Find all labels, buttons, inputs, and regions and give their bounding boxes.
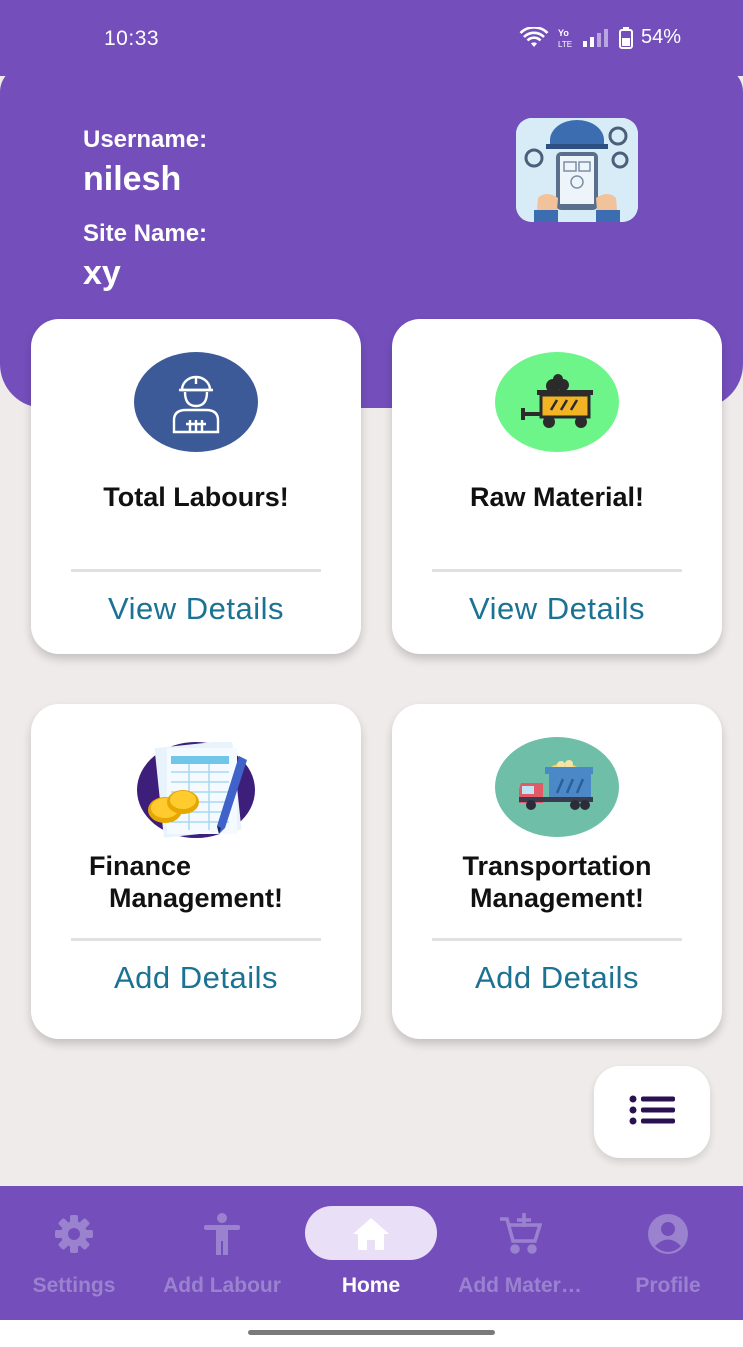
username-value: nilesh xyxy=(83,160,182,198)
svg-text:Yo: Yo xyxy=(558,28,569,38)
view-details-link[interactable]: View Details xyxy=(31,591,361,627)
volte-icon: Yo LTE xyxy=(557,27,575,49)
app-logo-icon xyxy=(516,118,638,222)
add-details-link[interactable]: Add Details xyxy=(31,960,361,996)
account-circle-icon xyxy=(646,1212,690,1256)
nav-label: Add Labour xyxy=(163,1274,281,1297)
card-title-line1: Transportation xyxy=(462,851,652,881)
card-title: Total Labours! xyxy=(103,482,289,512)
menu-fab-button[interactable] xyxy=(594,1066,710,1158)
menu-list-icon xyxy=(629,1095,675,1130)
nav-add-labour[interactable]: Add Labour xyxy=(148,1186,296,1320)
add-details-link[interactable]: Add Details xyxy=(392,960,722,996)
card-divider xyxy=(432,938,682,941)
card-title-line1: Finance xyxy=(89,851,192,881)
gesture-area xyxy=(0,1320,743,1347)
site-name-label: Site Name: xyxy=(83,220,208,247)
nav-label: Add Mater… xyxy=(458,1274,582,1297)
card-divider xyxy=(71,569,321,572)
home-icon xyxy=(349,1212,393,1256)
card-title-line2: Management! xyxy=(469,883,645,913)
finance-documents-coins-icon xyxy=(137,742,255,838)
bottom-navigation: Settings Add Labour Home Add Mater… Prof… xyxy=(0,1186,743,1320)
nav-profile[interactable]: Profile xyxy=(594,1186,742,1320)
add-cart-icon xyxy=(498,1212,542,1256)
nav-add-material[interactable]: Add Mater… xyxy=(446,1186,594,1320)
nav-label: Profile xyxy=(635,1274,701,1297)
nav-label: Settings xyxy=(32,1274,116,1297)
wifi-icon xyxy=(519,26,549,49)
card-divider xyxy=(432,569,682,572)
card-divider xyxy=(71,938,321,941)
finance-management-card[interactable]: Finance Management! Add Details xyxy=(31,704,361,1039)
transportation-management-card[interactable]: Transportation Management! Add Details xyxy=(392,704,722,1039)
battery-icon xyxy=(618,26,633,49)
truck-icon xyxy=(495,737,619,837)
gesture-handle[interactable] xyxy=(248,1330,495,1335)
battery-percent: 54% xyxy=(640,26,681,48)
total-labours-card[interactable]: Total Labours! View Details xyxy=(31,319,361,654)
site-name-value: xy xyxy=(83,254,121,292)
status-time: 10:33 xyxy=(104,27,160,50)
view-details-link[interactable]: View Details xyxy=(392,591,722,627)
gear-icon xyxy=(52,1212,96,1256)
status-bar: 10:33 Yo LTE 54% xyxy=(0,0,743,76)
svg-text:LTE: LTE xyxy=(558,40,572,49)
username-label: Username: xyxy=(83,126,208,153)
person-standing-icon xyxy=(200,1212,244,1256)
card-title-line2: Management! xyxy=(108,883,284,913)
material-cart-icon xyxy=(495,352,619,452)
nav-home[interactable]: Home xyxy=(297,1186,445,1320)
worker-helmet-icon xyxy=(134,352,258,452)
raw-material-card[interactable]: Raw Material! View Details xyxy=(392,319,722,654)
nav-settings[interactable]: Settings xyxy=(0,1186,148,1320)
card-title: Raw Material! xyxy=(469,482,645,512)
signal-icon xyxy=(582,28,611,47)
status-icons: Yo LTE 54% xyxy=(519,26,681,49)
nav-label: Home xyxy=(341,1274,401,1297)
